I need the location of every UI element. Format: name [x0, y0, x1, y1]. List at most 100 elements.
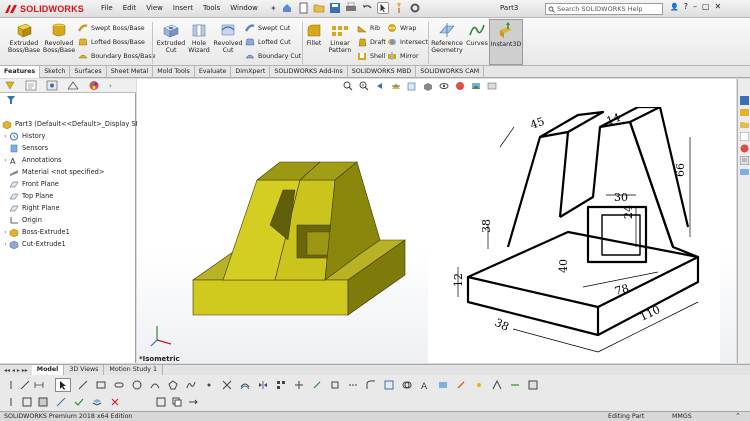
user-icon[interactable]: 👤 [670, 3, 679, 11]
view-settings-icon[interactable] [487, 81, 497, 91]
repair-sketch-icon[interactable] [456, 380, 466, 390]
linear-pattern-button[interactable]: Linear Pattern [325, 21, 355, 54]
revolved-boss-button[interactable]: Revolved Boss/Base [42, 21, 76, 54]
display-style-icon[interactable] [423, 81, 433, 91]
custom-properties-icon[interactable] [740, 156, 749, 165]
shaded-sketch-contours-icon[interactable] [528, 380, 538, 390]
pin-icon[interactable]: ✦ [270, 4, 277, 13]
tree-item-material[interactable]: Material <not specified> [2, 166, 134, 178]
save-icon[interactable] [329, 2, 341, 14]
point-icon[interactable] [204, 380, 214, 390]
sketch-fillet-icon[interactable] [366, 380, 376, 390]
unit-system-selector[interactable]: MMGS [672, 413, 692, 420]
solidworks-logo[interactable]: SOLIDWORKS [4, 2, 84, 16]
rectangle-icon[interactable] [96, 380, 106, 390]
customize-status-icon[interactable]: ⌃ [735, 412, 741, 420]
mirror-button[interactable]: Mirror [387, 50, 419, 62]
zoom-area-icon[interactable] [359, 81, 369, 91]
feature-manager-tab-icon[interactable] [4, 80, 16, 91]
intersection-curve-icon[interactable] [402, 380, 412, 390]
view-orientation-icon[interactable] [407, 81, 417, 91]
tab-solidworks-mbd[interactable]: SOLIDWORKS MBD [348, 66, 417, 78]
apply-scene-icon[interactable] [471, 81, 481, 91]
tab-dimxpert[interactable]: DimXpert [231, 66, 271, 78]
design-library-icon[interactable] [740, 108, 749, 117]
solidworks-resources-icon[interactable] [740, 96, 749, 105]
section-view-icon[interactable] [391, 81, 401, 91]
stretch-entities-icon[interactable] [188, 397, 198, 407]
dimxpert-manager-tab-icon[interactable] [67, 80, 79, 91]
expand-arrow-icon[interactable]: › [2, 241, 9, 248]
fix-relation-icon[interactable] [330, 380, 340, 390]
view-palette-icon[interactable] [740, 132, 749, 141]
fillet-button[interactable]: Fillet [303, 21, 325, 47]
revolved-cut-button[interactable]: Revolved Cut [212, 21, 244, 54]
tab-motion-study[interactable]: Motion Study 1 [104, 365, 163, 375]
menu-file[interactable]: File [100, 3, 114, 13]
part-3d-model[interactable] [185, 140, 415, 340]
move-entities-icon[interactable] [294, 380, 304, 390]
tab-surfaces[interactable]: Surfaces [70, 66, 107, 78]
boundary-cut-button[interactable]: Boundary Cut [245, 50, 301, 62]
tree-root[interactable]: Part3 (Default<<Default>_Display State [2, 118, 149, 130]
configure-toolbar-icon[interactable] [156, 397, 166, 407]
lofted-cut-button[interactable]: Lofted Cut [245, 36, 291, 48]
slot-icon[interactable] [114, 380, 124, 390]
boundary-boss-button[interactable]: Boundary Boss/Base [78, 50, 156, 62]
display-delete-relations-icon[interactable] [110, 397, 120, 407]
undo-icon[interactable] [361, 2, 373, 14]
reference-drawing-image[interactable]: 45 14 66 30 24 38 40 78 110 38 12 [428, 107, 720, 363]
tab-sketch[interactable]: Sketch [40, 66, 71, 78]
appearances-icon[interactable] [740, 144, 749, 153]
expand-arrow-icon[interactable]: › [2, 157, 9, 164]
tab-solidworks-add-ins[interactable]: SOLIDWORKS Add-Ins [270, 66, 348, 78]
property-manager-tab-icon[interactable] [25, 80, 37, 91]
sketch-icon[interactable] [20, 380, 30, 390]
menu-window[interactable]: Window [229, 3, 259, 13]
tree-item-boss-extrude1[interactable]: › Boss-Extrude1 [2, 226, 134, 238]
construction-line-icon[interactable] [348, 380, 358, 390]
minimize-button[interactable]: – [693, 2, 697, 11]
shell-button[interactable]: Shell [357, 50, 385, 62]
file-explorer-icon[interactable] [740, 120, 749, 129]
quick-snaps-icon[interactable] [474, 380, 484, 390]
new-document-icon[interactable] [297, 2, 309, 14]
restore-button[interactable]: ▢ [702, 2, 710, 11]
close-button[interactable]: ✕ [715, 2, 722, 11]
hide-sketch-icon[interactable] [38, 397, 48, 407]
options-gear-icon[interactable] [409, 2, 421, 14]
spline-icon[interactable] [186, 380, 196, 390]
instant3d-button[interactable]: Instant3D [489, 19, 523, 65]
open-folder-icon[interactable] [313, 2, 325, 14]
rebuild-icon[interactable] [393, 2, 405, 14]
rapid-sketch-icon[interactable] [492, 380, 502, 390]
select-cursor-icon[interactable] [376, 2, 389, 14]
convert-entities-icon[interactable] [384, 380, 394, 390]
smart-dimension-icon[interactable] [34, 380, 44, 390]
tab-3d-views[interactable]: 3D Views [64, 365, 105, 375]
print-icon[interactable] [345, 2, 357, 14]
tree-item-history[interactable]: › History [2, 130, 134, 142]
display-manager-tab-icon[interactable] [88, 80, 100, 91]
arc-icon[interactable] [150, 380, 160, 390]
panel-tabs-more-icon[interactable]: › [109, 82, 112, 90]
select-tool-button[interactable] [55, 378, 71, 392]
sketch-relations-icon[interactable] [56, 397, 66, 407]
swept-boss-button[interactable]: Swept Boss/Base [78, 22, 145, 34]
offset-icon[interactable] [240, 380, 250, 390]
forum-icon[interactable] [740, 168, 749, 177]
tree-item-top-plane[interactable]: Top Plane [2, 190, 134, 202]
nav-arrows-icon[interactable]: ◂◂ ◂ ▸ ▸▸ [0, 367, 32, 374]
expand-arrow-icon[interactable]: › [2, 133, 9, 140]
hide-show-items-icon[interactable] [439, 81, 449, 91]
hole-wizard-button[interactable]: Hole Wizard [186, 21, 212, 54]
swept-cut-button[interactable]: Swept Cut [245, 22, 290, 34]
instant2d-icon[interactable] [510, 380, 520, 390]
copy-entities-icon[interactable] [172, 397, 182, 407]
text-icon[interactable]: A [420, 380, 430, 390]
configuration-manager-tab-icon[interactable] [46, 80, 58, 91]
tab-evaluate[interactable]: Evaluate [195, 66, 232, 78]
pattern-icon[interactable] [276, 380, 286, 390]
polygon-icon[interactable] [168, 380, 178, 390]
extruded-cut-button[interactable]: Extruded Cut [154, 21, 188, 54]
